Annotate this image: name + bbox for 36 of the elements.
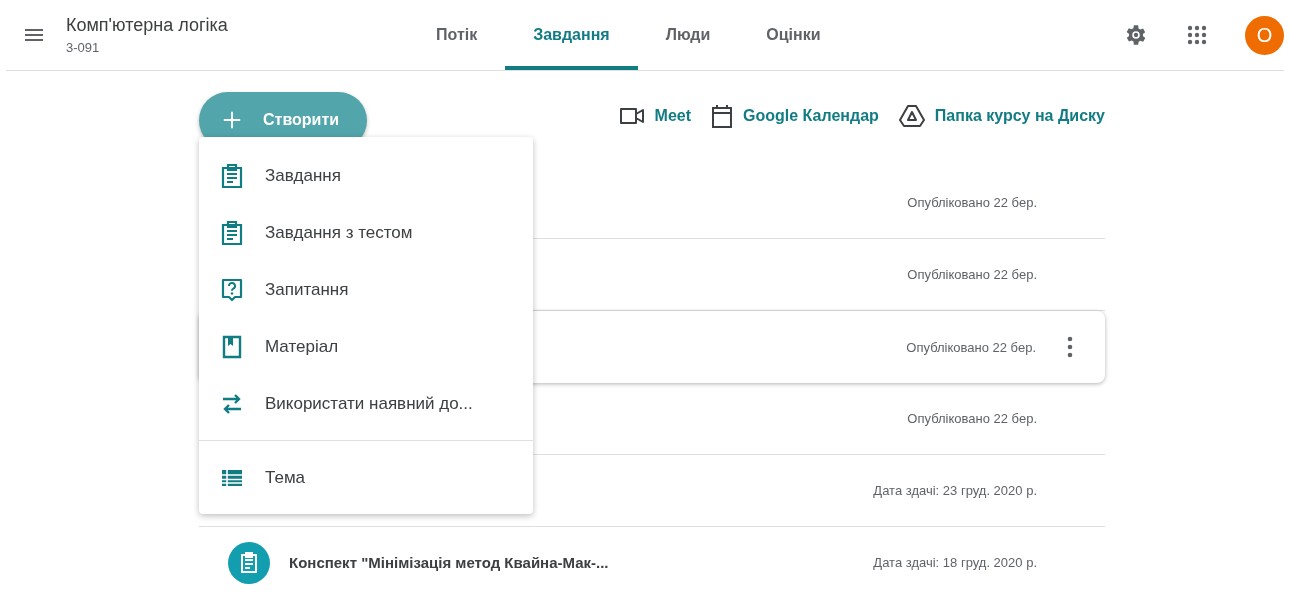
menu-item[interactable]: Завдання: [199, 147, 533, 204]
nav-tab[interactable]: Люди: [637, 0, 739, 70]
assignment-date: Опубліковано 22 бер.: [907, 267, 1037, 282]
book-icon: [220, 334, 244, 359]
course-link[interactable]: Meet: [618, 105, 692, 127]
clipboard-icon: [220, 163, 244, 188]
calendar-icon: [711, 104, 734, 128]
question-icon: [220, 277, 244, 302]
menu-item[interactable]: Матеріал: [199, 318, 533, 375]
nav-tab[interactable]: Завдання: [505, 0, 638, 70]
menu-item[interactable]: Використати наявний до...: [199, 375, 533, 432]
menu-item[interactable]: Завдання з тестом: [199, 204, 533, 261]
assignment-date: Дата здачі: 18 груд. 2020 р.: [873, 555, 1037, 570]
assignment-row[interactable]: Конспект "Мінімізація метод Квайна-Мак-... Дата здачі: 18 груд. 2020 р.: [199, 527, 1105, 596]
repeat-icon: [220, 391, 244, 416]
nav-tab[interactable]: Оцінки: [738, 0, 849, 70]
assignment-icon: [228, 541, 270, 584]
nav-tab[interactable]: Потік: [408, 0, 506, 70]
course-link[interactable]: Папка курсу на Диску: [898, 104, 1105, 128]
clipboard-icon: [220, 220, 244, 245]
assignment-date: Опубліковано 22 бер.: [907, 411, 1037, 426]
menu-item[interactable]: Запитання: [199, 261, 533, 318]
plus-icon: [221, 109, 243, 131]
drive-icon: [898, 104, 925, 128]
list-icon: [220, 467, 244, 488]
course-section: 3-091: [66, 40, 228, 55]
course-link[interactable]: Google Календар: [711, 104, 879, 128]
course-title[interactable]: Комп'ютерна логіка: [66, 15, 228, 36]
apps-icon[interactable]: [1185, 23, 1209, 47]
video-camera-icon: [618, 105, 645, 127]
assignment-date: Опубліковано 22 бер.: [906, 339, 1036, 355]
more-options-icon[interactable]: [1067, 336, 1073, 358]
assignment-date: Опубліковано 22 бер.: [907, 195, 1037, 210]
assignment-date: Дата здачі: 23 груд. 2020 р.: [873, 483, 1037, 498]
menu-item[interactable]: Тема: [199, 449, 533, 506]
assignment-title[interactable]: Конспект "Мінімізація метод Квайна-Мак-...: [289, 554, 609, 571]
